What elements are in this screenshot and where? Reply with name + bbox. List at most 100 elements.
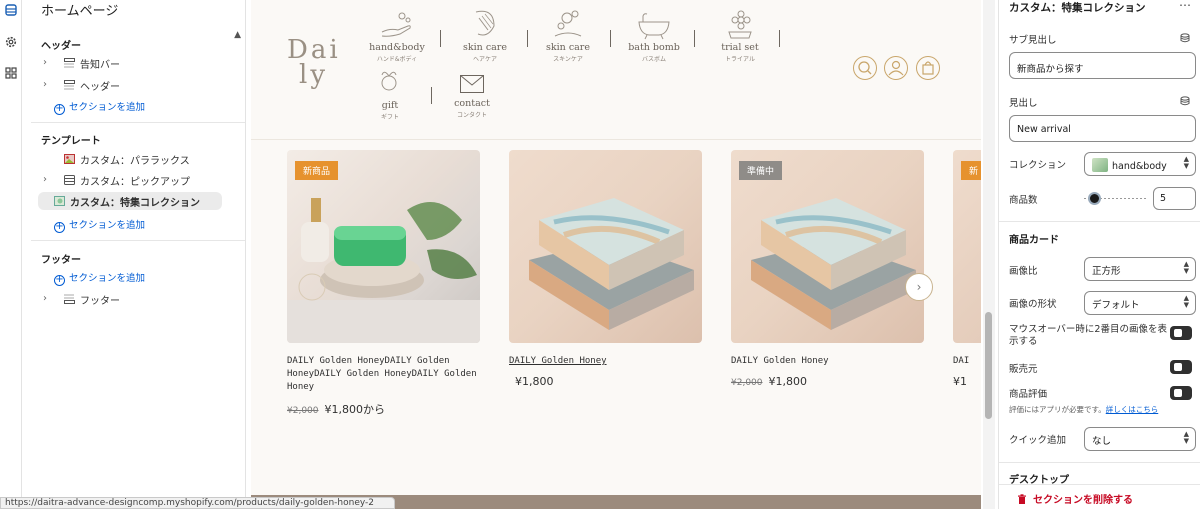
tree-item-parallax[interactable]: カスタム：パララックス <box>41 150 241 168</box>
settings-gear-icon[interactable] <box>4 35 18 49</box>
preview-scrollbar[interactable] <box>983 0 995 509</box>
product-card[interactable]: 新 DAI ¥1 <box>953 150 981 388</box>
add-section-template[interactable]: + セクションを追加 <box>54 217 145 233</box>
scrollbar-thumb[interactable] <box>985 312 992 419</box>
tree-item-announcement[interactable]: › 告知バー <box>41 54 241 72</box>
vendor-toggle[interactable] <box>1170 360 1192 374</box>
product-image[interactable] <box>509 150 702 343</box>
image-section-icon <box>54 196 65 206</box>
nav-hair-care[interactable]: skin care ヘアケア <box>446 8 524 63</box>
select-value: なし <box>1092 436 1112 447</box>
rating-toggle[interactable] <box>1170 386 1192 400</box>
sale-price: ¥1 <box>953 375 967 388</box>
cart-bag-icon[interactable] <box>916 56 940 80</box>
select-arrows-icon: ▲ ▼ <box>1183 260 1189 275</box>
scroll-up-icon[interactable]: ▲ <box>234 30 241 40</box>
tree-item-label: カスタム：パララックス <box>80 156 190 167</box>
carousel-next-button[interactable]: › <box>905 273 933 301</box>
product-title[interactable]: DAILY Golden HoneyDAILY Golden HoneyDAIL… <box>287 355 480 394</box>
dynamic-source-icon[interactable] <box>1180 96 1190 106</box>
quick-add-select[interactable]: なし ▲ ▼ <box>1084 427 1196 451</box>
nav-contact[interactable]: contact コンタクト <box>433 72 511 119</box>
nav-bath-bomb[interactable]: bath bomb バスボム <box>615 8 693 63</box>
learn-more-link[interactable]: 詳しくはこちら <box>1106 405 1159 414</box>
tree-item-label: フッター <box>80 296 120 307</box>
add-section-footer-group[interactable]: + セクションを追加 <box>54 270 145 286</box>
apps-icon[interactable] <box>4 66 18 80</box>
footer-section-icon <box>64 294 75 304</box>
tree-item-featured-collection-selected[interactable]: カスタム：特集コレクション <box>38 192 222 210</box>
trash-icon[interactable] <box>1017 494 1027 505</box>
badge-new: 新商品 <box>295 161 339 180</box>
divider <box>999 484 1200 485</box>
heading-label: 見出し <box>1009 98 1038 109</box>
nav-separator <box>440 30 441 47</box>
tree-item-footer[interactable]: › フッター <box>41 290 241 308</box>
product-title[interactable]: DAILY Golden Honey <box>509 355 702 368</box>
add-section-label: セクションを追加 <box>69 220 146 231</box>
hover-image-toggle[interactable] <box>1170 326 1192 340</box>
nav-hand-body[interactable]: hand&body ハンド&ボディ <box>358 8 436 63</box>
collection-thumbnail <box>1092 158 1108 172</box>
product-image[interactable]: 新 <box>953 150 981 343</box>
product-card[interactable]: DAILY Golden Honey ¥1,800 <box>509 150 702 388</box>
heading-input[interactable]: New arrival <box>1009 115 1196 142</box>
more-options-icon[interactable]: ⋯ <box>1179 0 1191 12</box>
nav-jp-label: ヘアケア <box>472 56 497 63</box>
chevron-right-icon[interactable]: › <box>43 57 53 68</box>
nav-en-label: bath bomb <box>628 42 680 53</box>
product-card[interactable]: 準備中 DAILY Golden Honey ¥2,000 ¥1,800 <box>731 150 924 388</box>
image-shape-select[interactable]: デフォルト ▲ ▼ <box>1084 291 1196 315</box>
nav-jp-label: ハンド&ボディ <box>376 56 418 63</box>
nav-trial-set[interactable]: trial set トライアル <box>701 8 779 63</box>
product-count-input[interactable]: 5 <box>1153 187 1196 210</box>
divider <box>31 240 245 241</box>
nav-jp-label: コンタクト <box>456 112 487 119</box>
flower-icon <box>728 10 752 39</box>
store-logo[interactable]: Dai ly <box>287 37 341 88</box>
hair-comb-icon <box>475 10 495 36</box>
nav-skin-care[interactable]: skin care スキンケア <box>529 8 607 63</box>
delete-section-button[interactable]: セクションを削除する <box>1033 491 1133 506</box>
quick-add-label: クイック追加 <box>1009 435 1067 446</box>
sections-icon[interactable] <box>4 3 18 17</box>
divider <box>999 462 1200 463</box>
product-title[interactable]: DAILY Golden Honey <box>731 355 924 368</box>
collection-value: hand&body <box>1112 161 1167 172</box>
panel-title: ホームページ <box>41 4 119 19</box>
nav-en-label: trial set <box>721 42 759 53</box>
add-section-label: セクションを追加 <box>69 273 146 284</box>
tree-item-pickup[interactable]: › カスタム：ピックアップ <box>41 171 241 189</box>
product-card-heading: 商品カード <box>1009 235 1059 246</box>
image-shape-label: 画像の形状 <box>1009 299 1057 310</box>
chevron-right-icon[interactable]: › <box>43 293 53 304</box>
slider-handle[interactable] <box>1088 192 1101 205</box>
search-icon[interactable] <box>853 56 877 80</box>
product-image[interactable]: 準備中 <box>731 150 924 343</box>
bubbles-icon <box>554 10 582 37</box>
vendor-label: 販売元 <box>1009 364 1038 375</box>
account-icon[interactable] <box>884 56 908 80</box>
icon-rail <box>0 0 22 509</box>
product-title[interactable]: DAI <box>953 355 981 368</box>
divider <box>31 122 245 123</box>
product-count-slider[interactable] <box>1084 192 1147 205</box>
product-image[interactable]: 新商品 <box>287 150 480 343</box>
collection-picker[interactable]: hand&body ▲ ▼ <box>1084 152 1196 176</box>
add-section-header-group[interactable]: + セクションを追加 <box>54 99 145 115</box>
product-card[interactable]: 新商品 DAILY Golden HoneyDAILY Golden Honey… <box>287 150 480 417</box>
group-header-heading: ヘッダー <box>41 41 81 52</box>
chevron-right-icon[interactable]: › <box>43 79 53 90</box>
select-arrows-icon: ▲ ▼ <box>1183 155 1189 170</box>
section-settings-panel: カスタム：特集コレクション ⋯ サブ見出し 新商品から探す 見出し New ar… <box>998 0 1200 509</box>
chevron-right-icon[interactable]: › <box>43 174 53 185</box>
nav-separator <box>779 30 780 47</box>
subheading-input[interactable]: 新商品から探す <box>1009 52 1196 79</box>
tree-item-header[interactable]: › ヘッダー <box>41 76 241 94</box>
select-value: 正方形 <box>1092 266 1121 277</box>
tree-item-label: カスタム：特集コレクション <box>70 198 200 209</box>
select-value: デフォルト <box>1092 300 1140 311</box>
dynamic-source-icon[interactable] <box>1180 33 1190 43</box>
plus-circle-icon: + <box>54 221 65 233</box>
image-ratio-select[interactable]: 正方形 ▲ ▼ <box>1084 257 1196 281</box>
